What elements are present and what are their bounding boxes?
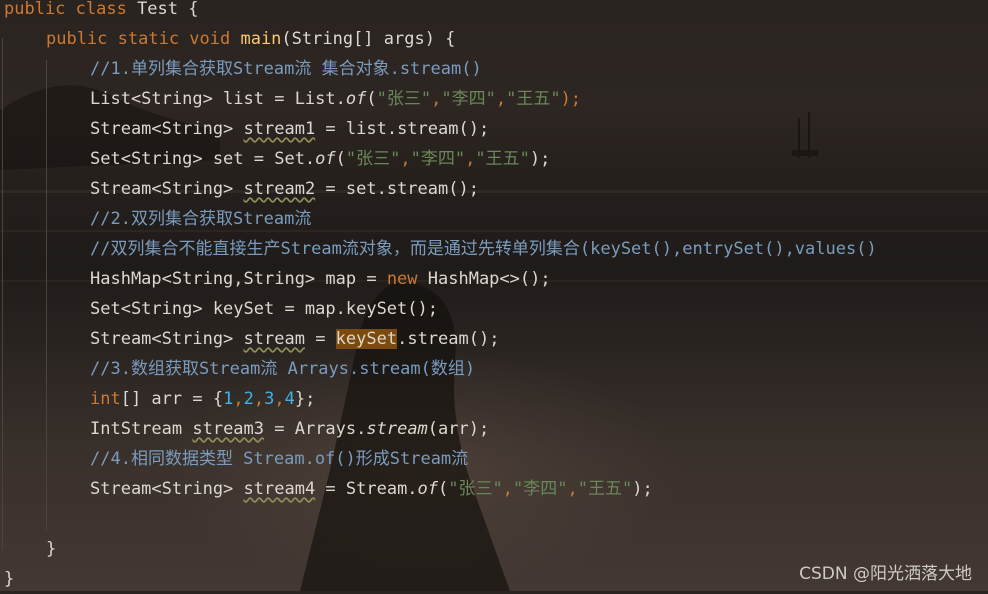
code-token: (: [366, 89, 377, 109]
code-token: }: [4, 569, 15, 589]
code-token: Set<String> keySet = map.keySet();: [90, 299, 438, 319]
code-line[interactable]: Stream<String> stream4 = Stream.of("张三",…: [90, 474, 653, 504]
code-token: 1: [223, 389, 234, 409]
code-token: Stream<String>: [90, 119, 244, 139]
code-token: stream2: [243, 179, 316, 199]
code-token: = Stream.: [315, 479, 418, 499]
code-token: "王五": [475, 149, 530, 169]
code-token: [] arr = {: [120, 389, 224, 409]
code-token: };: [294, 389, 316, 409]
code-token: ,: [400, 149, 411, 169]
code-token: = list.stream();: [315, 119, 490, 139]
code-token: of: [315, 149, 336, 169]
code-token: of: [417, 479, 439, 499]
code-token: );: [560, 89, 582, 109]
code-token: );: [529, 149, 551, 169]
code-token: (: [335, 149, 346, 169]
code-token: //3.数组获取Stream流 Arrays.stream(数组): [90, 359, 476, 379]
code-token: "王五": [577, 479, 633, 499]
code-line[interactable]: }: [46, 534, 56, 564]
code-token: ,: [465, 149, 476, 169]
code-line[interactable]: Stream<String> stream2 = set.stream();: [90, 174, 479, 204]
watermark-text: CSDN @阳光洒落大地: [799, 564, 972, 584]
code-line[interactable]: Set<String> set = Set.of("张三","李四","王五")…: [90, 144, 550, 174]
code-token: //1.单列集合获取Stream流 集合对象.stream(): [90, 59, 482, 79]
code-token: ,: [431, 89, 442, 109]
code-token: Stream<String>: [90, 479, 244, 499]
code-token: 4: [284, 389, 295, 409]
code-token: stream: [366, 419, 428, 439]
code-line[interactable]: Stream<String> stream1 = list.stream();: [90, 114, 489, 144]
code-token: );: [632, 479, 653, 499]
code-token: .stream();: [397, 329, 500, 349]
code-token: = Arrays.: [264, 419, 367, 439]
code-token: (String[] args) {: [281, 29, 456, 49]
code-token: main: [240, 29, 282, 49]
code-token: IntStream: [90, 419, 193, 439]
code-line[interactable]: //双列集合不能直接生产Stream流对象，而是通过先转单列集合(keySet(…: [90, 234, 877, 264]
code-token: List<String> list = List.: [90, 89, 346, 109]
code-token: //双列集合不能直接生产Stream流对象，而是通过先转单列集合(keySet(…: [90, 239, 877, 259]
code-token: public static void: [46, 29, 241, 49]
code-token: Stream<String>: [90, 329, 244, 349]
code-line[interactable]: //1.单列集合获取Stream流 集合对象.stream(): [90, 54, 482, 84]
code-line[interactable]: public static void main(String[] args) {: [46, 24, 455, 54]
code-token: "王五": [506, 89, 561, 109]
code-line[interactable]: }: [4, 564, 14, 594]
code-token: Test {: [137, 0, 199, 19]
code-token: HashMap<String,String> map =: [90, 269, 387, 289]
code-line[interactable]: HashMap<String,String> map = new HashMap…: [90, 264, 551, 294]
code-token: =: [304, 329, 336, 349]
code-token: "李四": [410, 149, 466, 169]
code-token: 2: [243, 389, 254, 409]
code-line[interactable]: public class Test {: [4, 0, 198, 24]
code-token: int: [90, 389, 121, 409]
code-token: ,: [274, 389, 285, 409]
code-line[interactable]: //4.相同数据类型 Stream.of()形成Stream流: [90, 444, 468, 474]
code-token: stream1: [243, 119, 316, 139]
code-line[interactable]: int[] arr = {1,2,3,4};: [90, 384, 315, 414]
code-token: new: [386, 269, 428, 289]
code-token: }: [46, 539, 57, 559]
code-line[interactable]: Set<String> keySet = map.keySet();: [90, 294, 438, 324]
indent-guide-outer: [2, 38, 3, 550]
code-line[interactable]: Stream<String> stream = keySet.stream();: [90, 324, 499, 354]
code-token: 3: [264, 389, 275, 409]
code-token: of: [345, 89, 367, 109]
code-token: ,: [495, 89, 507, 109]
code-token: "张三": [376, 89, 432, 109]
code-token: Stream<String>: [90, 179, 244, 199]
code-token: "张三": [345, 149, 401, 169]
code-token: //2.双列集合获取Stream流: [90, 209, 312, 229]
code-token: //4.相同数据类型 Stream.of()形成Stream流: [90, 449, 469, 469]
code-token: stream: [243, 329, 305, 349]
code-line[interactable]: List<String> list = List.of("张三","李四","王…: [90, 84, 581, 114]
code-line[interactable]: //2.双列集合获取Stream流: [90, 204, 311, 234]
indent-guide-method: [46, 60, 47, 530]
code-token: ,: [253, 389, 265, 409]
code-token: public class: [4, 0, 138, 19]
code-token: (: [438, 479, 449, 499]
code-token: "李四": [441, 89, 496, 109]
code-token: (arr);: [427, 419, 490, 439]
code-token: "张三": [448, 479, 503, 499]
code-line[interactable]: IntStream stream3 = Arrays.stream(arr);: [90, 414, 489, 444]
code-token: ,: [233, 389, 244, 409]
code-token: stream3: [192, 419, 265, 439]
code-line[interactable]: //3.数组获取Stream流 Arrays.stream(数组): [90, 354, 475, 384]
code-token: = set.stream();: [315, 179, 479, 199]
code-token: ,: [567, 479, 578, 499]
code-token: HashMap<>();: [427, 269, 551, 289]
code-token: stream4: [243, 479, 316, 499]
code-token: "李四": [513, 479, 568, 499]
highlighted-token: keySet: [335, 329, 398, 349]
code-token: ,: [502, 479, 514, 499]
code-token: Set<String> set = Set.: [90, 149, 316, 169]
